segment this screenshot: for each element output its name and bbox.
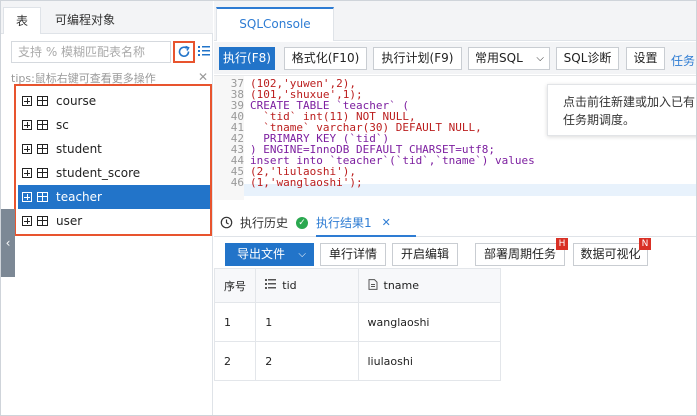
table-tree: course sc student student_score teacher … (14, 84, 212, 236)
tree-item-sc[interactable]: sc (18, 113, 210, 137)
table-search-input[interactable] (11, 41, 171, 63)
tree-item-student[interactable]: student (18, 137, 210, 161)
tree-item-course[interactable]: course (18, 89, 210, 113)
expand-icon[interactable] (22, 144, 32, 154)
row-detail-button[interactable]: 单行详情 (320, 243, 386, 266)
history-label: 执行历史 (240, 216, 289, 230)
cell-index: 1 (213, 302, 257, 342)
column-label: tname (383, 278, 420, 292)
chevron-down-icon: ⌵ (536, 53, 544, 64)
new-badge: N (639, 238, 651, 250)
tab-programmable-objects[interactable]: 可编程对象 (45, 7, 125, 34)
code-line: (1,'wanglaoshi'); (250, 176, 363, 189)
table-icon (37, 192, 48, 202)
success-check-icon: ✓ (296, 216, 308, 229)
tree-item-teacher[interactable]: teacher (18, 185, 210, 209)
column-label: tid (282, 278, 297, 292)
tree-item-label: user (56, 214, 83, 228)
result-label: 执行结果1 (316, 216, 372, 230)
column-header-tname[interactable]: tname (357, 268, 501, 303)
visualize-label: 数据可视化 (580, 247, 641, 261)
close-icon[interactable]: ✕ (382, 216, 391, 229)
table-icon (37, 120, 48, 130)
deploy-periodic-task-button[interactable]: 部署周期任务 H (475, 238, 568, 266)
settings-button[interactable]: 设置 (626, 47, 665, 70)
app-window: 表 可编程对象 tips:鼠标右键可查看更多操作 ✕ course sc stu… (0, 0, 697, 416)
line-number: 46 (230, 176, 244, 189)
data-visualization-button[interactable]: 数据可视化 N (573, 238, 651, 266)
cell-tid[interactable]: 1 (255, 302, 359, 342)
tab-result-1[interactable]: ✓ 执行结果1 ✕ (296, 214, 391, 231)
table-icon (37, 216, 48, 226)
export-label: 导出文件 (237, 247, 286, 261)
table-icon (37, 168, 48, 178)
cell-tname[interactable]: liulaoshi (357, 341, 501, 381)
cell-index: 2 (213, 341, 257, 381)
list-icon (265, 279, 277, 292)
close-icon[interactable]: ✕ (198, 70, 208, 84)
table-row[interactable]: 1 1 wanglaoshi (213, 302, 501, 342)
expand-icon[interactable] (22, 216, 32, 226)
table-icon (37, 96, 48, 106)
sql-editor[interactable]: 37 38 39 40 41 42 43 44 45 46 (102,'yuwe… (214, 75, 696, 200)
tree-item-label: student_score (56, 166, 141, 180)
table-icon (37, 144, 48, 154)
enable-edit-button[interactable]: 开启编辑 (392, 243, 458, 266)
editor-tabs: SQLConsole (214, 1, 696, 41)
refresh-icon[interactable] (173, 41, 195, 63)
execution-plan-button[interactable]: 执行计划(F9) (373, 47, 462, 70)
tree-item-label: sc (56, 118, 69, 132)
result-table: 序号 tid tname 1 1 wanglaoshi 2 2 liulaosh… (213, 268, 501, 381)
editor-toolbar: 执行(F8) 格式化(F10) 执行计划(F9) 常用SQL ⌵ SQL诊断 设置… (214, 42, 696, 74)
common-sql-label: 常用SQL (475, 51, 523, 65)
new-badge: H (556, 238, 568, 250)
column-header-index: 序号 (213, 268, 257, 303)
task-tooltip: 点击前往新建或加入已有任务期调度。 (547, 84, 696, 136)
line-gutter: 37 38 39 40 41 42 43 44 45 46 (214, 76, 244, 200)
tree-item-label: student (56, 142, 102, 156)
history-icon (220, 216, 233, 229)
execute-button[interactable]: 执行(F8) (219, 47, 275, 70)
common-sql-dropdown[interactable]: 常用SQL ⌵ (468, 47, 550, 70)
right-panel: SQLConsole 执行(F8) 格式化(F10) 执行计划(F9) 常用SQ… (213, 1, 696, 415)
tab-execution-history[interactable]: 执行历史 (220, 214, 288, 231)
active-tab-indicator (316, 235, 416, 237)
table-row[interactable]: 2 2 liulaoshi (213, 341, 501, 381)
table-header-row: 序号 tid tname (213, 268, 501, 303)
cell-tid[interactable]: 2 (255, 341, 359, 381)
export-file-dropdown[interactable]: 导出文件 ⌵ (225, 243, 314, 266)
tree-item-label: teacher (56, 190, 102, 204)
text-type-icon (368, 278, 378, 293)
tree-item-user[interactable]: user (18, 209, 210, 233)
expand-icon[interactable] (22, 192, 32, 202)
expand-icon[interactable] (22, 120, 32, 130)
cell-tname[interactable]: wanglaoshi (357, 302, 501, 342)
column-header-tid[interactable]: tid (255, 268, 359, 303)
task-link[interactable]: 任务 (671, 52, 695, 69)
left-panel: 表 可编程对象 tips:鼠标右键可查看更多操作 ✕ course sc stu… (1, 1, 213, 415)
sql-diagnose-button[interactable]: SQL诊断 (556, 47, 619, 70)
expand-icon[interactable] (22, 168, 32, 178)
tree-item-student-score[interactable]: student_score (18, 161, 210, 185)
chevron-down-icon: ⌵ (298, 249, 306, 260)
left-tabs: 表 可编程对象 (1, 1, 213, 34)
list-view-icon[interactable] (197, 44, 211, 58)
tree-item-label: course (56, 94, 97, 108)
format-button[interactable]: 格式化(F10) (284, 47, 367, 70)
tab-sqlconsole[interactable]: SQLConsole (216, 7, 334, 41)
expand-icon[interactable] (22, 96, 32, 106)
tips-text: tips:鼠标右键可查看更多操作 (11, 72, 156, 84)
result-tabs: 执行历史 ✓ 执行结果1 ✕ (214, 209, 696, 237)
collapse-sidebar-handle[interactable]: ‹ (1, 209, 15, 277)
deploy-label: 部署周期任务 (483, 247, 556, 261)
tab-tables[interactable]: 表 (3, 7, 41, 34)
result-toolbar: 导出文件 ⌵ 单行详情 开启编辑 部署周期任务 H 数据可视化 N (214, 238, 696, 270)
